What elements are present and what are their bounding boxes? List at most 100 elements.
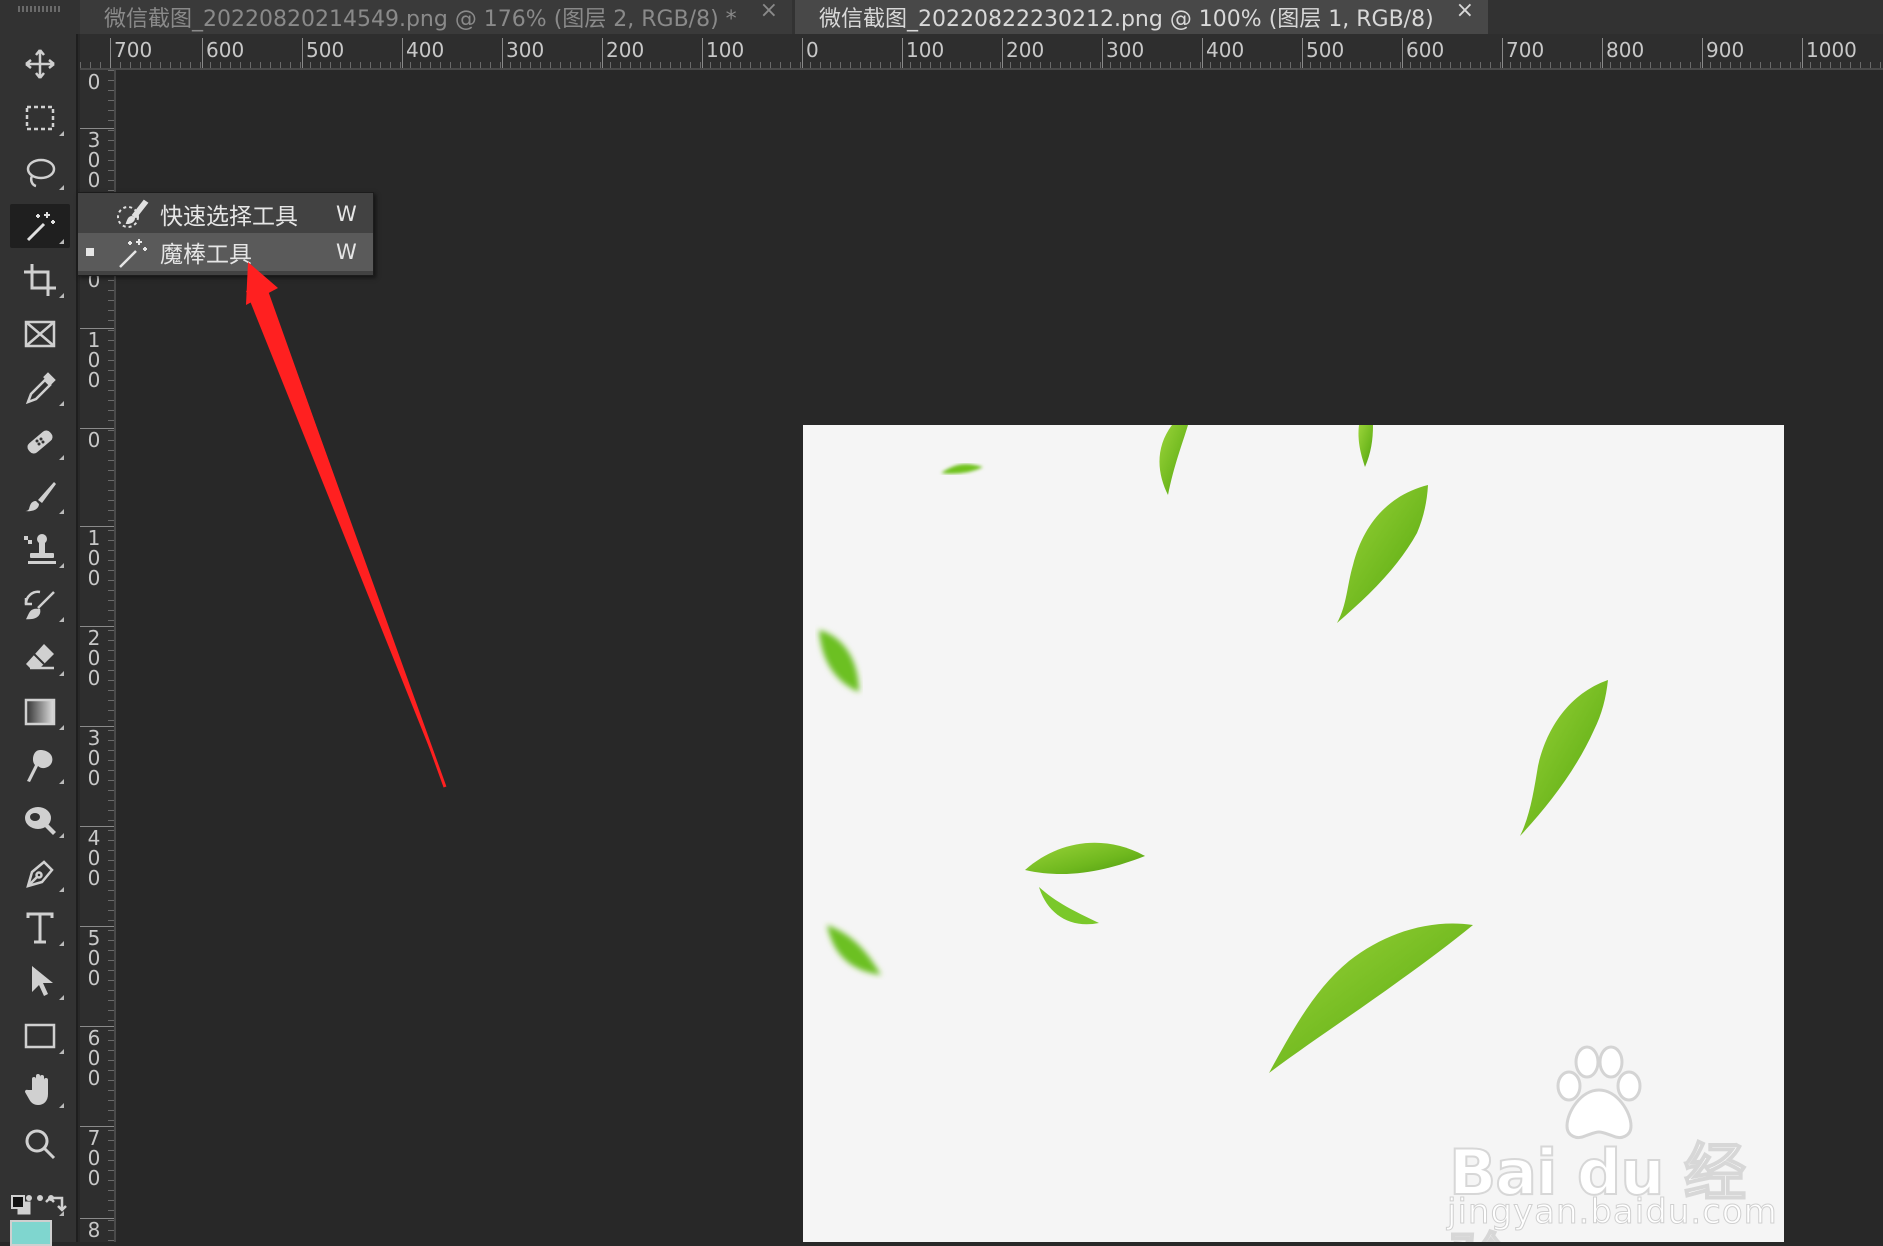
- leaf: [1159, 425, 1188, 495]
- watermark-url: jingyan.baidu.com: [1447, 1192, 1778, 1233]
- history-brush-tool[interactable]: [10, 582, 70, 626]
- magic-wand-icon: [119, 239, 147, 268]
- ruler-tick: [80, 726, 114, 727]
- menu-item-label: 快速选择工具: [160, 204, 298, 230]
- menu-item-quick-selection[interactable]: 快速选择工具 W: [78, 195, 373, 233]
- clone-stamp-tool[interactable]: [10, 528, 70, 572]
- ruler-label: 300: [1102, 38, 1144, 68]
- ruler-tick: [80, 826, 114, 827]
- leaf: [1337, 485, 1428, 623]
- eraser-icon: [26, 644, 54, 670]
- background-color-swatch[interactable]: [10, 1220, 52, 1246]
- submenu-indicator: [59, 239, 64, 244]
- submenu-indicator: [59, 401, 64, 406]
- ruler-label: 700: [110, 38, 152, 68]
- quick-selection-icon: [117, 199, 149, 228]
- submenu-indicator: [59, 185, 64, 190]
- ruler-label: 7 0 0: [87, 1126, 101, 1190]
- ruler-label: 1 0 0: [87, 328, 101, 392]
- document-tab-1[interactable]: 微信截图_20220820214549.png @ 176% (图层 2, RG…: [80, 0, 792, 34]
- ruler-label: 8: [87, 1218, 101, 1242]
- ruler-label: 500: [1302, 38, 1344, 68]
- leaf: [1025, 842, 1145, 875]
- history-brush-icon: [24, 590, 55, 620]
- document-canvas[interactable]: Bai du 经验 jingyan.baidu.com: [803, 425, 1784, 1242]
- frame-tool[interactable]: [10, 312, 70, 356]
- rectangular-marquee-tool[interactable]: [10, 96, 70, 140]
- submenu-indicator: [59, 725, 64, 730]
- ruler-tick: [80, 626, 114, 627]
- ruler-label: 1 0 0: [87, 526, 101, 590]
- eraser-tool[interactable]: [10, 636, 70, 680]
- leaf: [1039, 887, 1099, 925]
- menu-item-label: 魔棒工具: [160, 242, 252, 268]
- ruler-label: 200: [602, 38, 644, 68]
- ruler-label: 0: [87, 70, 101, 94]
- path-selection-tool[interactable]: [10, 960, 70, 1004]
- ruler-tick: [80, 1126, 114, 1127]
- ruler-label: 3 0 0: [87, 726, 101, 790]
- zoom-tool[interactable]: [10, 1122, 70, 1166]
- magic-wand-tool[interactable]: [10, 204, 70, 248]
- swap-colors-icon[interactable]: [42, 1190, 72, 1220]
- type-tool[interactable]: [10, 906, 70, 950]
- ruler-label: 600: [202, 38, 244, 68]
- panel-grip[interactable]: [18, 6, 62, 12]
- leaf: [941, 464, 983, 474]
- submenu-indicator: [59, 1103, 64, 1108]
- ruler-label: 800: [1602, 38, 1644, 68]
- dodge-tool[interactable]: [10, 798, 70, 842]
- ruler-label: 0: [802, 38, 819, 68]
- brush-tool[interactable]: [10, 474, 70, 518]
- ruler-label: 100: [902, 38, 944, 68]
- gradient-icon: [24, 698, 56, 726]
- ruler-label: 300: [502, 38, 544, 68]
- crop-tool[interactable]: [10, 258, 70, 302]
- horizontal-ruler[interactable]: 700 600 500 400 300 200 100 0 100 200 30…: [80, 34, 1883, 70]
- rectangle-tool[interactable]: [10, 1014, 70, 1058]
- close-icon[interactable]: ×: [760, 0, 778, 23]
- default-colors-icon[interactable]: [8, 1190, 38, 1220]
- tools-panel: [0, 34, 78, 1246]
- submenu-indicator: [59, 455, 64, 460]
- pen-icon: [26, 860, 54, 888]
- arrow-cursor-icon: [32, 966, 53, 996]
- lasso-tool[interactable]: [10, 150, 70, 194]
- ruler-tick: [80, 526, 114, 527]
- submenu-indicator: [59, 941, 64, 946]
- menu-item-magic-wand[interactable]: 魔棒工具 W: [78, 233, 373, 271]
- eyedropper-tool[interactable]: [10, 366, 70, 410]
- zoom-icon: [25, 1129, 56, 1160]
- submenu-indicator: [59, 563, 64, 568]
- ruler-label: 200: [1002, 38, 1044, 68]
- hand-icon: [24, 1074, 48, 1105]
- tab-title: 微信截图_20220822230212.png @ 100% (图层 1, RG…: [819, 7, 1434, 32]
- blur-tool[interactable]: [10, 744, 70, 788]
- leaf: [819, 630, 859, 692]
- healing-brush-tool[interactable]: [10, 420, 70, 464]
- lasso-icon: [26, 158, 56, 188]
- close-icon[interactable]: ×: [1456, 0, 1474, 23]
- frame-icon: [24, 320, 56, 348]
- menu-item-shortcut: W: [336, 202, 357, 226]
- submenu-indicator: [59, 671, 64, 676]
- document-tab-bar: 微信截图_20220820214549.png @ 176% (图层 2, RG…: [0, 0, 1883, 34]
- leaf: [827, 925, 881, 975]
- selected-bullet-icon: [86, 248, 94, 256]
- ruler-tick: [80, 926, 114, 927]
- document-tab-2[interactable]: 微信截图_20220822230212.png @ 100% (图层 1, RG…: [795, 0, 1488, 34]
- ruler-label: 4 0 0: [87, 826, 101, 890]
- leaf: [1520, 680, 1608, 836]
- leaf: [1358, 425, 1373, 467]
- eyedropper-icon: [25, 372, 56, 405]
- submenu-indicator: [59, 779, 64, 784]
- gradient-tool[interactable]: [10, 690, 70, 734]
- ruler-label: 6 0 0: [87, 1026, 101, 1090]
- ruler-tick: [80, 1218, 114, 1219]
- move-tool[interactable]: [10, 42, 70, 86]
- dodge-icon: [25, 807, 56, 835]
- hand-tool[interactable]: [10, 1068, 70, 1112]
- ruler-label: 700: [1502, 38, 1544, 68]
- pen-tool[interactable]: [10, 852, 70, 896]
- ruler-label: 900: [1702, 38, 1744, 68]
